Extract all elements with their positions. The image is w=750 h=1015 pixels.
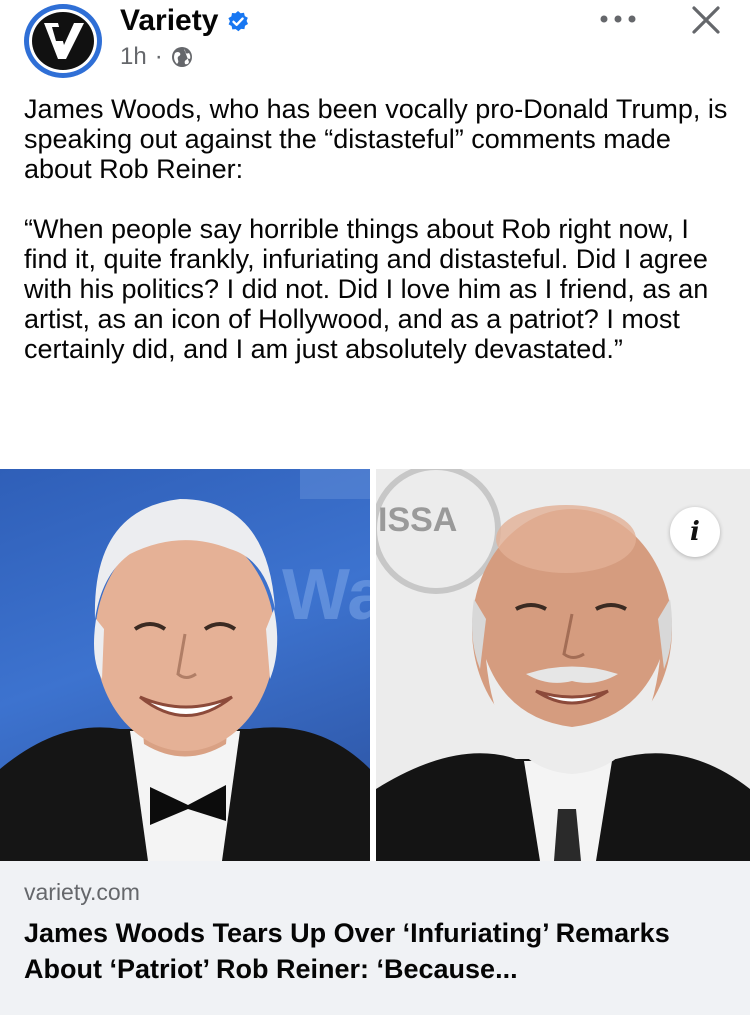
variety-logo-icon <box>44 23 84 59</box>
page-name[interactable]: Variety <box>120 4 218 38</box>
page-avatar[interactable] <box>24 4 102 78</box>
post-message: James Woods, who has been vocally pro-Do… <box>24 94 734 364</box>
post-meta: 1h · <box>120 42 193 72</box>
close-icon <box>692 6 720 34</box>
backdrop-text-left: Wa <box>282 555 370 635</box>
image-info-button[interactable]: i <box>670 507 720 557</box>
james-woods-portrait: Wa <box>0 469 370 861</box>
post-timestamp[interactable]: 1h <box>120 42 147 72</box>
facebook-post: Variety 1h · James Woods, who has been v… <box>0 0 750 1015</box>
post-paragraph-quote: “When people say horrible things about R… <box>24 214 709 364</box>
variety-logo <box>29 9 97 73</box>
backdrop-text-right: ISSA <box>378 501 457 539</box>
globe-icon <box>171 47 192 67</box>
more-options-button[interactable] <box>596 6 640 32</box>
close-button[interactable] <box>686 0 726 40</box>
meta-separator: · <box>154 43 163 70</box>
info-icon: i <box>690 517 700 547</box>
verified-badge-icon <box>228 11 248 32</box>
link-preview-card[interactable]: variety.com James Woods Tears Up Over ‘I… <box>0 861 750 1015</box>
post-paragraph-intro: James Woods, who has been vocally pro-Do… <box>24 94 728 184</box>
link-domain: variety.com <box>24 879 140 905</box>
photo-rob-reiner: ISSA i <box>376 469 750 861</box>
post-header: Variety 1h · <box>0 0 750 86</box>
link-preview-image[interactable]: Wa ISSA i <box>0 469 750 861</box>
photo-james-woods: Wa <box>0 469 370 861</box>
link-headline[interactable]: James Woods Tears Up Over ‘Infuriating’ … <box>24 915 724 987</box>
more-options-icon <box>600 15 636 23</box>
